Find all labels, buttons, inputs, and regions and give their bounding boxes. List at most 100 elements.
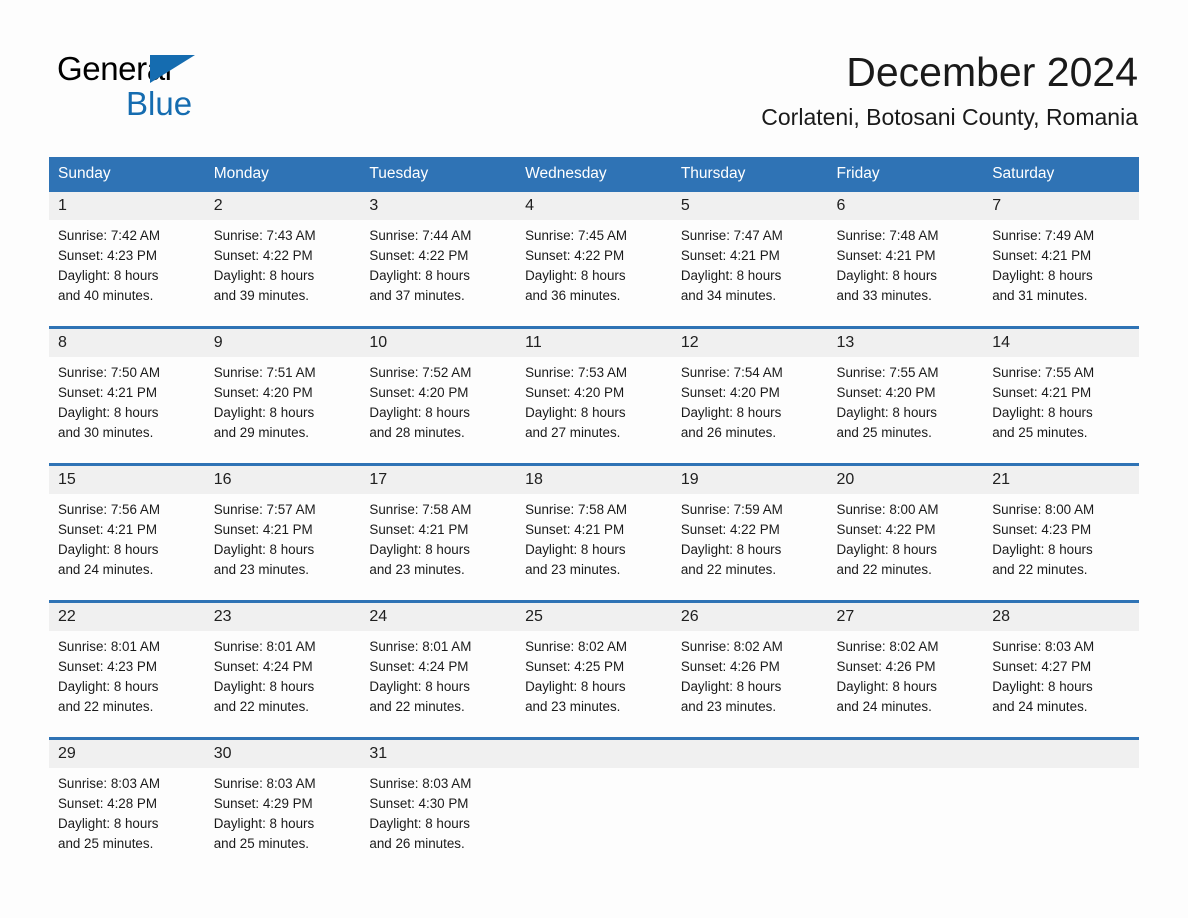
day-number[interactable]: 17 (360, 463, 517, 494)
sunrise-text: Sunrise: 7:51 AM (213, 365, 316, 380)
day-number[interactable]: 5 (671, 192, 828, 220)
day-number[interactable]: 8 (49, 326, 205, 357)
sunset-text: Sunset: 4:29 PM (213, 796, 313, 811)
daylight-text-line1: Daylight: 8 hours (58, 268, 159, 283)
daylight-text-line1: Daylight: 8 hours (369, 405, 470, 420)
day-number-empty (983, 737, 1139, 768)
day-details: Sunrise: 8:01 AM Sunset: 4:24 PM Dayligh… (360, 631, 517, 739)
day-number[interactable]: 25 (516, 600, 672, 631)
day-details: Sunrise: 7:55 AM Sunset: 4:20 PM Dayligh… (827, 357, 984, 465)
daylight-text-line2: and 24 minutes. (836, 699, 932, 714)
sunrise-text: Sunrise: 8:02 AM (680, 639, 783, 654)
daylight-text-line2: and 31 minutes. (992, 288, 1088, 303)
day-number[interactable]: 7 (983, 192, 1139, 220)
day-details: Sunrise: 7:45 AM Sunset: 4:22 PM Dayligh… (516, 220, 672, 328)
calendar-table: Sunday Monday Tuesday Wednesday Thursday… (49, 157, 1139, 874)
day-number[interactable]: 3 (360, 192, 517, 220)
day-details: Sunrise: 7:52 AM Sunset: 4:20 PM Dayligh… (360, 357, 517, 465)
daylight-text-line1: Daylight: 8 hours (58, 405, 159, 420)
sunrise-text: Sunrise: 7:58 AM (525, 502, 628, 517)
daylight-text-line2: and 39 minutes. (213, 288, 309, 303)
daylight-text-line1: Daylight: 8 hours (369, 816, 470, 831)
week-row-daynumbers: 8 9 10 11 12 13 14 (49, 326, 1139, 357)
daylight-text-line2: and 23 minutes. (525, 562, 621, 577)
daylight-text-line1: Daylight: 8 hours (525, 405, 626, 420)
day-number[interactable]: 12 (671, 326, 828, 357)
sunset-text: Sunset: 4:21 PM (836, 248, 936, 263)
day-number[interactable]: 30 (204, 737, 361, 768)
daylight-text-line2: and 22 minutes. (58, 699, 154, 714)
day-number[interactable]: 16 (204, 463, 361, 494)
sunrise-text: Sunrise: 8:03 AM (213, 776, 316, 791)
day-number[interactable]: 21 (983, 463, 1139, 494)
sunrise-text: Sunrise: 8:01 AM (58, 639, 160, 654)
sunset-text: Sunset: 4:22 PM (213, 248, 313, 263)
day-number[interactable]: 31 (360, 737, 517, 768)
day-number[interactable]: 10 (360, 326, 517, 357)
sunset-text: Sunset: 4:21 PM (992, 248, 1092, 263)
day-number[interactable]: 18 (516, 463, 672, 494)
daylight-text-line2: and 29 minutes. (213, 425, 309, 440)
weekday-header-thursday: Thursday (671, 157, 828, 192)
sunrise-text: Sunrise: 7:44 AM (369, 228, 472, 243)
day-number[interactable]: 13 (827, 326, 984, 357)
sunset-text: Sunset: 4:21 PM (58, 522, 157, 537)
daylight-text-line1: Daylight: 8 hours (992, 268, 1093, 283)
day-details: Sunrise: 7:49 AM Sunset: 4:21 PM Dayligh… (983, 220, 1139, 328)
daylight-text-line2: and 24 minutes. (992, 699, 1088, 714)
daylight-text-line2: and 23 minutes. (680, 699, 777, 714)
sunset-text: Sunset: 4:25 PM (525, 659, 625, 674)
sunset-text: Sunset: 4:23 PM (992, 522, 1092, 537)
sunrise-text: Sunrise: 7:54 AM (680, 365, 783, 380)
day-number[interactable]: 1 (49, 192, 205, 220)
day-number[interactable]: 2 (204, 192, 361, 220)
sunrise-text: Sunrise: 8:02 AM (836, 639, 939, 654)
sunset-text: Sunset: 4:23 PM (58, 659, 157, 674)
sunrise-text: Sunrise: 8:00 AM (992, 502, 1095, 517)
day-details: Sunrise: 8:00 AM Sunset: 4:22 PM Dayligh… (827, 494, 984, 602)
sunrise-text: Sunrise: 7:50 AM (58, 365, 160, 380)
daylight-text-line2: and 22 minutes. (680, 562, 777, 577)
day-details: Sunrise: 7:43 AM Sunset: 4:22 PM Dayligh… (204, 220, 361, 328)
sunset-text: Sunset: 4:20 PM (369, 385, 469, 400)
day-number[interactable]: 27 (827, 600, 984, 631)
day-details: Sunrise: 8:02 AM Sunset: 4:25 PM Dayligh… (516, 631, 672, 739)
day-number[interactable]: 11 (516, 326, 672, 357)
day-number[interactable]: 26 (671, 600, 828, 631)
sunset-text: Sunset: 4:26 PM (836, 659, 936, 674)
day-number[interactable]: 14 (983, 326, 1139, 357)
day-details: Sunrise: 7:58 AM Sunset: 4:21 PM Dayligh… (516, 494, 672, 602)
daylight-text-line1: Daylight: 8 hours (525, 542, 626, 557)
daylight-text-line2: and 34 minutes. (680, 288, 777, 303)
week-row-details: Sunrise: 7:50 AM Sunset: 4:21 PM Dayligh… (49, 357, 1139, 465)
day-details-empty (983, 768, 1139, 874)
weekday-header-monday: Monday (204, 157, 361, 192)
daylight-text-line2: and 33 minutes. (836, 288, 932, 303)
daylight-text-line2: and 23 minutes. (213, 562, 309, 577)
day-number[interactable]: 9 (204, 326, 361, 357)
day-details: Sunrise: 7:54 AM Sunset: 4:20 PM Dayligh… (671, 357, 828, 465)
day-number[interactable]: 24 (360, 600, 517, 631)
day-number[interactable]: 15 (49, 463, 205, 494)
day-number[interactable]: 19 (671, 463, 828, 494)
sunrise-text: Sunrise: 7:52 AM (369, 365, 472, 380)
daylight-text-line1: Daylight: 8 hours (213, 268, 315, 283)
day-details: Sunrise: 7:56 AM Sunset: 4:21 PM Dayligh… (49, 494, 205, 602)
day-number[interactable]: 4 (516, 192, 672, 220)
day-number-empty (671, 737, 828, 768)
sunset-text: Sunset: 4:24 PM (213, 659, 313, 674)
day-number[interactable]: 23 (204, 600, 361, 631)
day-number[interactable]: 6 (827, 192, 984, 220)
day-number[interactable]: 22 (49, 600, 205, 631)
day-number[interactable]: 29 (49, 737, 205, 768)
sunrise-text: Sunrise: 7:43 AM (213, 228, 316, 243)
daylight-text-line2: and 30 minutes. (58, 425, 154, 440)
weekday-header-friday: Friday (827, 157, 984, 192)
sunset-text: Sunset: 4:22 PM (836, 522, 936, 537)
week-row-daynumbers: 29 30 31 (49, 737, 1139, 768)
day-number[interactable]: 20 (827, 463, 984, 494)
daylight-text-line1: Daylight: 8 hours (213, 542, 315, 557)
day-number[interactable]: 28 (983, 600, 1139, 631)
logo-triangle-icon (150, 55, 195, 83)
day-details: Sunrise: 8:01 AM Sunset: 4:24 PM Dayligh… (204, 631, 361, 739)
